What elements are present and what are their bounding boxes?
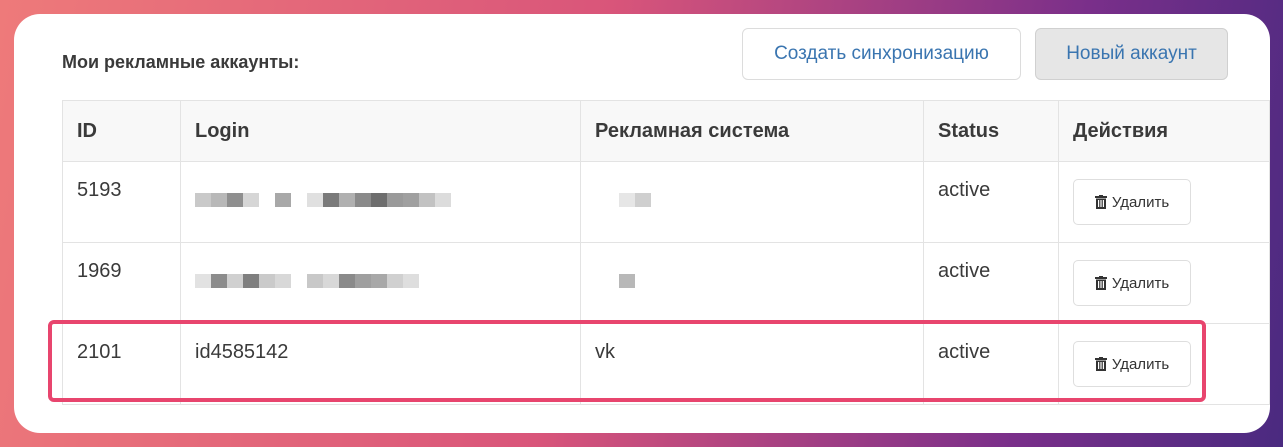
cell-status: active (923, 242, 1059, 324)
delete-button-label: Удалить (1111, 274, 1170, 292)
column-header-status: Status (923, 100, 1059, 162)
cell-actions: Удалить (1058, 161, 1270, 243)
table-row: 1969 active Удалить (62, 242, 1270, 324)
accounts-card: Мои рекламные аккаунты: Создать синхрони… (14, 14, 1270, 433)
cell-system-redacted (580, 161, 924, 243)
cell-login-redacted (180, 242, 581, 324)
redacted-pixels (619, 193, 923, 207)
trash-icon (1094, 276, 1107, 290)
column-header-actions: Действия (1058, 100, 1270, 162)
delete-button[interactable]: Удалить (1073, 260, 1191, 306)
column-header-login: Login (180, 100, 581, 162)
table-row: 5193 active Удалить (62, 161, 1270, 243)
create-sync-button[interactable]: Создать синхронизацию (742, 28, 1021, 80)
table-header-row: ID Login Рекламная система Status Действ… (62, 100, 1270, 162)
cell-id: 5193 (62, 161, 181, 243)
delete-button[interactable]: Удалить (1073, 179, 1191, 225)
redacted-pixels (619, 274, 923, 288)
cell-status: active (923, 161, 1059, 243)
redacted-pixels (195, 274, 580, 288)
column-header-id: ID (62, 100, 181, 162)
new-account-button[interactable]: Новый аккаунт (1035, 28, 1228, 80)
trash-icon (1094, 195, 1107, 209)
cell-id: 2101 (62, 323, 181, 405)
column-header-system: Рекламная система (580, 100, 924, 162)
accounts-table: ID Login Рекламная система Status Действ… (62, 100, 1270, 405)
cell-actions: Удалить (1058, 323, 1270, 405)
cell-login: id4585142 (180, 323, 581, 405)
redacted-pixels (195, 193, 580, 207)
cell-status: active (923, 323, 1059, 405)
cell-login-redacted (180, 161, 581, 243)
cell-system-redacted (580, 242, 924, 324)
table-row: 2101 id4585142 vk active Удалить (62, 323, 1270, 405)
cell-actions: Удалить (1058, 242, 1270, 324)
cell-system: vk (580, 323, 924, 405)
delete-button[interactable]: Удалить (1073, 341, 1191, 387)
delete-button-label: Удалить (1111, 193, 1170, 211)
delete-button-label: Удалить (1111, 355, 1170, 373)
page-title: Мои рекламные аккаунты: (62, 52, 300, 72)
cell-id: 1969 (62, 242, 181, 324)
trash-icon (1094, 357, 1107, 371)
